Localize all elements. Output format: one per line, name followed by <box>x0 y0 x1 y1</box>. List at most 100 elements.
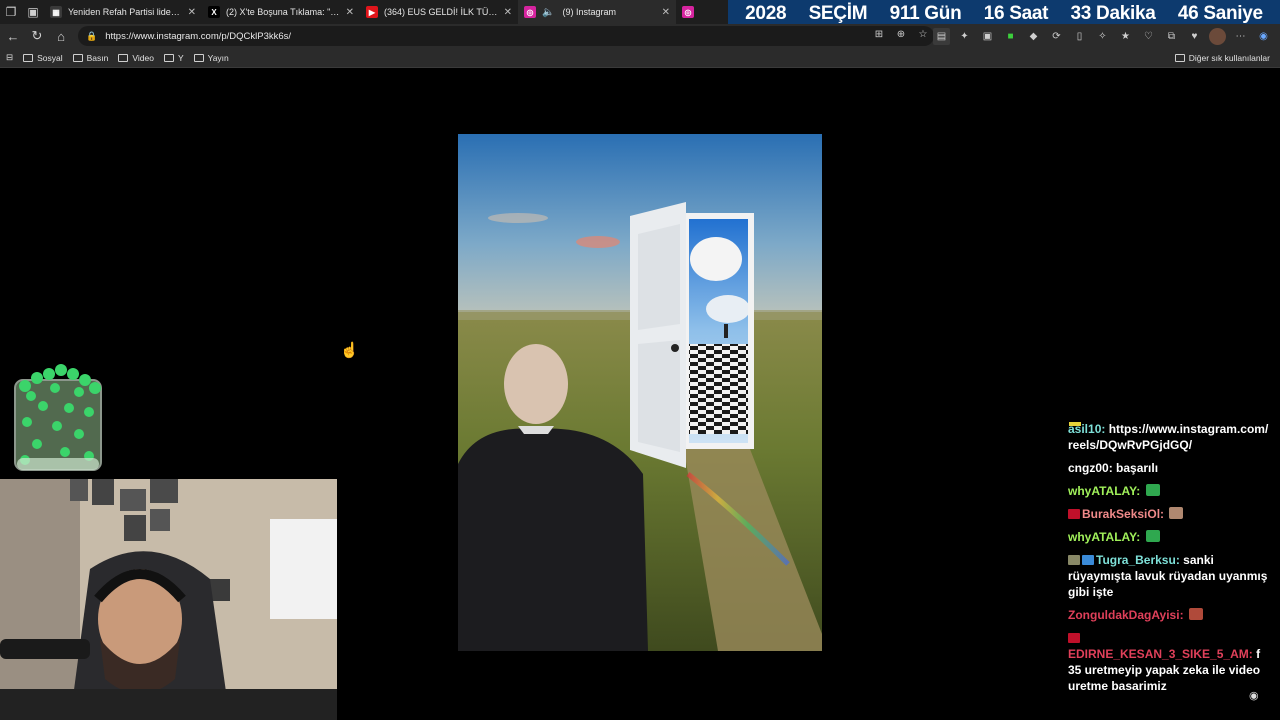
bookmark-label: Sosyal <box>37 52 63 63</box>
collections-icon[interactable]: ♡ <box>1140 28 1157 45</box>
streamer-webcam-image <box>0 479 337 720</box>
copilot-icon[interactable]: ◉ <box>1255 28 1272 45</box>
photo-badge-icon <box>1068 555 1080 565</box>
post-image[interactable] <box>458 134 822 651</box>
folder-icon <box>163 53 174 62</box>
close-tab-icon[interactable]: ✕ <box>662 7 670 18</box>
chat-message: asil10: https://www.instagram.com/reels/… <box>1068 422 1269 452</box>
extension-icon[interactable]: ■ <box>1002 28 1019 45</box>
lock-icon[interactable]: 🔒 <box>86 31 97 42</box>
jar-icon <box>14 364 102 471</box>
chat-username: Tugra_Berksu <box>1096 553 1176 567</box>
instagram-favicon-icon: ◎ <box>524 6 536 18</box>
page-content: ☝ asil10: https://www.instagram.com/reel… <box>0 69 1280 720</box>
tab-instagram[interactable]: ◎ 🔈 (9) Instagram ✕ <box>518 0 676 24</box>
refresh-icon[interactable]: ↻ <box>25 24 49 48</box>
close-tab-icon[interactable]: ✕ <box>504 7 512 18</box>
chat-message: Tugra_Berksu: sanki rüyaymışta lavuk rüy… <box>1068 553 1268 599</box>
news-favicon-icon: ▦ <box>50 6 62 18</box>
chat-username: asil10 <box>1068 422 1102 436</box>
extension-icon[interactable]: ✦ <box>956 28 973 45</box>
speaker-icon[interactable]: 🔈 <box>542 7 554 18</box>
url-field[interactable]: 🔒 https://www.instagram.com/p/DQCklP3kk6… <box>78 26 934 46</box>
chat-message: cngz00: başarılı <box>1068 461 1159 475</box>
bookmark-label: Yayın <box>207 52 229 63</box>
chat-message: whyATALAY: <box>1068 529 1272 545</box>
screenshot-icon[interactable]: ⧉ <box>1163 28 1180 45</box>
workspaces-icon[interactable]: ❐ <box>0 0 22 24</box>
address-bar: ← ↻ ⌂ 🔒 https://www.instagram.com/p/DQCk… <box>0 24 1280 48</box>
folder-icon <box>1174 54 1185 62</box>
chat-username: ZonguldakDagAyisi <box>1068 608 1180 622</box>
url-text: https://www.instagram.com/p/DQCklP3kk6s/ <box>105 30 292 42</box>
chat-message: whyATALAY: <box>1068 483 1272 499</box>
subscriber-badge-icon <box>1068 633 1080 643</box>
bookmark-label: Basın <box>86 52 109 63</box>
chat-message: ZonguldakDagAyisi: <box>1068 607 1272 623</box>
bookmark-folder-video[interactable]: Video <box>118 53 154 63</box>
countdown-label: SEÇİM <box>808 3 868 24</box>
chat-username: cngz00 <box>1068 461 1109 475</box>
chat-emote-icon <box>1169 507 1184 519</box>
bookmark-folder-y[interactable]: Y <box>163 52 184 63</box>
extension-icon[interactable]: ▣ <box>979 28 996 45</box>
tab-instagram-2[interactable]: ◎ (9 <box>676 0 706 24</box>
close-tab-icon[interactable]: ✕ <box>188 7 196 18</box>
folder-icon <box>23 53 34 62</box>
folder-icon <box>193 53 204 62</box>
bookmark-folder-basin[interactable]: Basın <box>72 52 109 63</box>
back-icon[interactable]: ← <box>1 24 25 48</box>
app-available-icon[interactable]: ⊞ <box>870 26 888 43</box>
bookmark-label: Video <box>132 52 154 63</box>
subscriber-badge-icon <box>1068 509 1080 519</box>
tab-title: (9) Instagram <box>562 7 616 17</box>
bookmark-apps-icon[interactable]: ⊟ <box>6 52 13 63</box>
bookmark-label: Y <box>177 52 184 63</box>
x-favicon-icon: X <box>208 6 220 18</box>
chat-username: EDIRNE_KESAN_3_SIKE_5_AM <box>1068 647 1249 661</box>
tab-title: Yeniden Refah Partisi lideri Erbakan <box>68 7 182 17</box>
cube-badge-icon <box>1082 555 1094 565</box>
avatar[interactable] <box>1209 27 1226 45</box>
youtube-favicon-icon: ▶ <box>366 6 378 18</box>
hand-cursor-icon: ☝ <box>340 342 359 359</box>
extension-icon[interactable]: ◆ <box>1025 28 1042 45</box>
extension-icon[interactable]: ▤ <box>933 27 950 45</box>
countdown-seconds: 46 Saniye <box>1177 3 1263 24</box>
extensions-puzzle-icon[interactable]: ✧ <box>1094 28 1111 45</box>
bookmarks-bar: ⊟ Sosyal Basın Video Y Yayın Diğer sık k… <box>0 48 1280 68</box>
tab-youtube[interactable]: ▶ (364) EUS GELDİ! İLK TÜRKÇE OSR ✕ <box>360 0 518 24</box>
home-icon[interactable]: ⌂ <box>49 24 73 48</box>
chat-emote-icon <box>1188 608 1203 620</box>
tab-actions-icon[interactable]: ▣ <box>22 0 44 24</box>
tab-title: (364) EUS GELDİ! İLK TÜRKÇE OSR <box>384 7 498 17</box>
tab-x[interactable]: X (2) X'te Boşuna Tıklama: "DEM Pa ✕ <box>202 0 360 24</box>
bookmark-folder-sosyal[interactable]: Sosyal <box>23 53 63 63</box>
tab-title: (2) X'te Boşuna Tıklama: "DEM Pa <box>226 7 340 17</box>
other-favorites[interactable]: Diğer sık kullanılanlar <box>1174 48 1270 68</box>
folder-icon <box>72 53 83 62</box>
chat-message: EDIRNE_KESAN_3_SIKE_5_AM: f 35 uretmeyip… <box>1068 630 1272 694</box>
chat-emote-icon <box>1145 484 1160 496</box>
chat-text: başarılı <box>1116 461 1159 475</box>
close-tab-icon[interactable]: ✕ <box>346 7 354 18</box>
chat-username: whyATALAY <box>1068 530 1137 544</box>
instagram-favicon-icon: ◎ <box>682 6 694 18</box>
tab-refah[interactable]: ▦ Yeniden Refah Partisi lideri Erbakan ✕ <box>44 0 202 24</box>
chat-message: BurakSeksiOl: <box>1068 506 1272 522</box>
performance-icon[interactable]: ♥ <box>1186 28 1203 45</box>
bookmark-folder-yayin[interactable]: Yayın <box>193 52 229 63</box>
chat-username: whyATALAY <box>1068 484 1137 498</box>
split-screen-icon[interactable]: ▯ <box>1071 28 1088 45</box>
favorite-star-icon[interactable]: ☆ <box>914 26 932 43</box>
door-in-field-illustration <box>458 134 822 651</box>
favorites-icon[interactable]: ★ <box>1117 28 1134 45</box>
goal-jar-widget <box>13 362 103 472</box>
countdown-year: 2028 <box>745 3 787 24</box>
stream-chat: asil10: https://www.instagram.com/reels/… <box>1068 421 1272 701</box>
zoom-icon[interactable]: ⊕ <box>892 26 910 43</box>
extension-icon[interactable]: ⟳ <box>1048 28 1065 45</box>
more-menu-icon[interactable]: ⋯ <box>1232 28 1249 45</box>
countdown-hours: 16 Saat <box>983 3 1049 24</box>
volume-icon[interactable]: ◉ <box>1249 689 1259 702</box>
